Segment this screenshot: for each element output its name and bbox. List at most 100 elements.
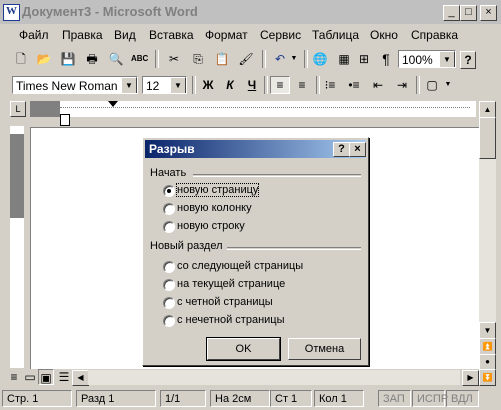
- dialog-titlebar[interactable]: Разрыв ? ×: [145, 140, 366, 158]
- horizontal-ruler[interactable]: [30, 101, 476, 117]
- horizontal-scroll-track[interactable]: [88, 370, 460, 385]
- format-painter-icon[interactable]: 🖌: [238, 51, 254, 67]
- increase-indent-icon[interactable]: ⇥: [394, 77, 410, 93]
- window-titlebar[interactable]: W Документ3 - Microsoft Word _ □ ×: [0, 0, 501, 24]
- status-pages: 1/1: [160, 390, 206, 407]
- numbering-icon[interactable]: ⁝≡: [322, 77, 338, 93]
- menu-edit[interactable]: Правка: [62, 27, 103, 43]
- ruler-margin: [30, 101, 60, 117]
- decrease-indent-icon[interactable]: ⇤: [370, 77, 386, 93]
- status-record[interactable]: ЗАП: [378, 390, 411, 407]
- menu-view[interactable]: Вид: [114, 27, 136, 43]
- undo-dropdown-icon[interactable]: ▼: [286, 51, 302, 67]
- scroll-left-icon[interactable]: ◀: [72, 370, 89, 386]
- normal-view-icon[interactable]: ≡: [6, 369, 22, 385]
- status-extend[interactable]: ВДЛ: [446, 390, 479, 407]
- maximize-button[interactable]: □: [460, 5, 477, 21]
- select-browse-object-icon[interactable]: ●: [479, 354, 496, 370]
- dialog-close-button[interactable]: ×: [349, 142, 366, 157]
- tables-borders-icon[interactable]: ▦: [336, 51, 352, 67]
- font-size-combo[interactable]: 12 ▼: [142, 76, 187, 94]
- menu-window[interactable]: Окно: [370, 27, 398, 43]
- radio-new-page[interactable]: [163, 185, 175, 197]
- size-dropdown-icon[interactable]: ▼: [170, 77, 186, 93]
- status-section: Разд 1: [76, 390, 156, 407]
- align-left-icon[interactable]: ≡: [270, 76, 290, 94]
- radio-label-new-line[interactable]: новую строку: [177, 220, 245, 232]
- show-hide-icon[interactable]: ¶: [378, 51, 394, 67]
- previous-page-icon[interactable]: ⏫: [479, 338, 496, 355]
- bullets-icon[interactable]: •≡: [346, 77, 362, 93]
- save-icon[interactable]: 💾: [60, 51, 76, 67]
- radio-label-odd-page[interactable]: с нечетной страницы: [177, 314, 285, 326]
- insert-table-icon[interactable]: ⊞: [356, 51, 372, 67]
- font-size-value: 12: [146, 79, 160, 93]
- new-document-icon[interactable]: 🗋: [13, 51, 29, 67]
- bold-button[interactable]: Ж: [200, 77, 216, 93]
- ok-button[interactable]: OK: [206, 337, 281, 361]
- print-icon[interactable]: 🖶: [84, 51, 100, 67]
- tab-selector[interactable]: L: [10, 101, 26, 117]
- help-icon[interactable]: ?: [460, 51, 476, 69]
- web-layout-icon[interactable]: ▭: [22, 369, 38, 385]
- borders-dropdown-icon[interactable]: ▼: [440, 77, 456, 93]
- menu-insert[interactable]: Вставка: [149, 27, 194, 43]
- italic-button[interactable]: К: [222, 77, 238, 93]
- radio-new-line[interactable]: [163, 221, 175, 233]
- word-app-icon[interactable]: W: [3, 4, 20, 21]
- menu-bar: Файл Правка Вид Вставка Формат Сервис Та…: [0, 24, 501, 45]
- menu-table[interactable]: Таблица: [312, 27, 359, 43]
- font-name-combo[interactable]: Times New Roman ▼: [12, 76, 138, 94]
- next-page-icon[interactable]: ⏬: [479, 369, 496, 386]
- window-title: Документ3 - Microsoft Word: [22, 4, 198, 19]
- open-icon[interactable]: 📂: [36, 51, 52, 67]
- cancel-button[interactable]: Отмена: [288, 338, 361, 360]
- font-dropdown-icon[interactable]: ▼: [121, 77, 137, 93]
- toolbar-separator: [304, 50, 308, 68]
- radio-odd-page[interactable]: [163, 315, 175, 327]
- scroll-thumb[interactable]: [479, 117, 496, 159]
- radio-next-page[interactable]: [163, 261, 175, 273]
- font-name-value: Times New Roman: [16, 79, 118, 93]
- borders-icon[interactable]: ▢: [424, 77, 440, 93]
- zoom-dropdown-icon[interactable]: ▼: [439, 51, 455, 67]
- status-line: Ст 1: [270, 390, 312, 407]
- radio-even-page[interactable]: [163, 297, 175, 309]
- horizontal-scrollbar-area: ≡ ▭ ▣ ☰ ◀ ▶: [0, 369, 479, 386]
- print-layout-icon[interactable]: ▣: [38, 369, 54, 385]
- paste-icon[interactable]: 📋: [214, 51, 230, 67]
- scroll-up-icon[interactable]: ▲: [479, 101, 496, 118]
- radio-new-column[interactable]: [163, 203, 175, 215]
- vertical-scrollbar[interactable]: ▲ ▼ ⏫ ● ⏬: [479, 101, 496, 386]
- close-button[interactable]: ×: [480, 5, 497, 21]
- menu-format[interactable]: Формат: [205, 27, 248, 43]
- menu-help[interactable]: Справка: [411, 27, 458, 43]
- dialog-help-button[interactable]: ?: [333, 142, 350, 157]
- scroll-right-icon[interactable]: ▶: [462, 370, 479, 386]
- minimize-button[interactable]: _: [443, 5, 460, 21]
- zoom-combo[interactable]: 100% ▼: [398, 50, 456, 68]
- radio-label-continuous[interactable]: на текущей странице: [177, 278, 285, 290]
- radio-continuous[interactable]: [163, 279, 175, 291]
- menu-file[interactable]: Файл: [19, 27, 49, 43]
- scroll-down-icon[interactable]: ▼: [479, 322, 496, 339]
- vertical-ruler[interactable]: [10, 126, 24, 368]
- radio-label-next-page[interactable]: со следующей страницы: [177, 260, 303, 272]
- outline-view-icon[interactable]: ☰: [56, 369, 72, 385]
- copy-icon[interactable]: ⎘: [190, 51, 206, 67]
- radio-label-new-column[interactable]: новую колонку: [177, 202, 252, 214]
- spelling-icon[interactable]: ABC: [131, 51, 148, 67]
- radio-label-even-page[interactable]: с четной страницы: [177, 296, 273, 308]
- align-center-icon[interactable]: ≡: [294, 77, 310, 93]
- print-preview-icon[interactable]: 🔍: [108, 51, 124, 67]
- radio-label-new-page[interactable]: новую страницу: [175, 183, 260, 197]
- cut-icon[interactable]: ✂: [166, 51, 182, 67]
- left-indent-marker[interactable]: [60, 114, 70, 126]
- menu-tools[interactable]: Сервис: [260, 27, 301, 43]
- hyperlink-icon[interactable]: 🌐: [312, 51, 328, 67]
- toolbar-separator: [262, 50, 266, 68]
- underline-button[interactable]: Ч: [244, 77, 260, 93]
- ruler-ticks: [60, 107, 470, 112]
- status-track-changes[interactable]: ИСПР: [412, 390, 448, 407]
- status-bar: Стр. 1 Разд 1 1/1 На 2см Ст 1 Кол 1 ЗАП …: [0, 388, 501, 410]
